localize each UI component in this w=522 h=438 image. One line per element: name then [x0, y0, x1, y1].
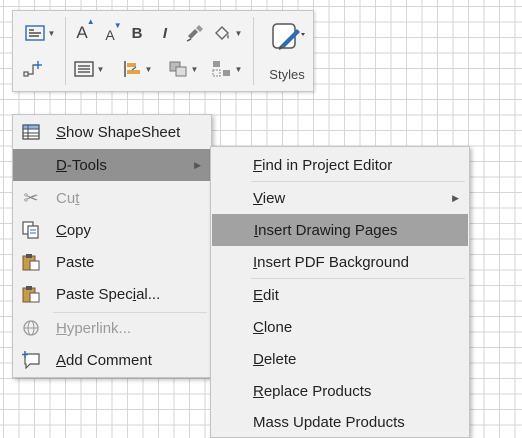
menu-item-label: Copy	[56, 221, 92, 239]
menu-item-label: Add Comment	[56, 351, 152, 369]
menu-item-add-comment[interactable]: Add Comment	[13, 344, 211, 376]
position-button[interactable]: ▼	[117, 57, 157, 81]
submenu-item-mass-update-products[interactable]: Mass Update Products	[211, 406, 469, 438]
context-menu: Show ShapeSheet D-Tools ▶ ✂ Cut Copy Pas…	[12, 114, 212, 378]
menu-item-label: D-Tools	[56, 156, 107, 174]
hyperlink-icon	[21, 318, 41, 338]
group-icon	[212, 61, 230, 77]
chevron-down-icon: ▼	[190, 64, 199, 74]
mini-toolbar: ▼ A ▲ A ▼ B I ▼ ▼ ▼ ▼ ▼ Styles	[12, 10, 314, 92]
grow-font-icon: A ▲	[76, 17, 95, 42]
styles-label: Styles	[269, 67, 305, 82]
submenu-item-clone[interactable]: Clone	[211, 311, 469, 343]
text-block-icon	[24, 25, 45, 41]
menu-item-label: Hyperlink...	[56, 319, 132, 337]
submenu-item-insert-drawing-pages[interactable]: Insert Drawing Pages	[212, 214, 468, 246]
fill-button[interactable]: ▼	[209, 21, 245, 45]
format-painter-icon	[186, 25, 203, 42]
shrink-font-icon: A ▼	[105, 21, 122, 43]
arrange-icon	[169, 61, 187, 77]
format-painter-button[interactable]	[183, 21, 207, 45]
menu-item-cut[interactable]: ✂ Cut	[13, 182, 211, 214]
d-tools-submenu: Find in Project Editor View ▶ Insert Dra…	[210, 146, 470, 438]
menu-item-paste-special[interactable]: Paste Special...	[13, 278, 211, 310]
paste-icon	[21, 252, 41, 272]
menu-item-label: Edit	[253, 286, 279, 304]
comment-icon	[21, 350, 41, 370]
connector-button[interactable]	[21, 57, 45, 81]
text-block-button[interactable]: ▼	[21, 21, 59, 45]
submenu-item-delete[interactable]: Delete	[211, 343, 469, 375]
menu-item-label: Find in Project Editor	[253, 156, 393, 174]
submenu-item-insert-pdf-background[interactable]: Insert PDF Background	[211, 246, 469, 278]
menu-item-d-tools[interactable]: D-Tools ▶	[13, 149, 211, 181]
menu-item-copy[interactable]: Copy	[13, 214, 211, 246]
bold-button[interactable]: B	[127, 21, 147, 45]
submenu-item-replace-products[interactable]: Replace Products	[211, 375, 469, 407]
italic-button[interactable]: I	[155, 21, 175, 45]
toolbar-separator	[65, 17, 66, 85]
grow-font-button[interactable]: A ▲	[71, 17, 95, 45]
italic-icon: I	[162, 24, 168, 42]
styles-icon	[272, 23, 305, 50]
chevron-down-icon: ▼	[234, 28, 243, 38]
position-icon	[123, 61, 140, 77]
copy-icon	[21, 220, 41, 240]
submenu-item-edit[interactable]: Edit	[211, 279, 469, 311]
menu-item-label: Show ShapeSheet	[56, 123, 181, 141]
paste-special-icon	[21, 284, 41, 304]
menu-item-show-shapesheet[interactable]: Show ShapeSheet	[13, 116, 211, 148]
scissors-icon: ✂	[23, 187, 39, 208]
chevron-right-icon: ▶	[194, 159, 201, 170]
menu-item-label: View	[253, 189, 286, 207]
menu-item-label: Delete	[253, 350, 297, 368]
menu-item-hyperlink[interactable]: Hyperlink...	[13, 312, 211, 344]
menu-item-label: Replace Products	[253, 382, 372, 400]
menu-item-label: Mass Update Products	[253, 413, 405, 431]
menu-item-label: Paste	[56, 253, 95, 271]
align-text-button[interactable]: ▼	[69, 57, 109, 81]
chevron-down-icon: ▼	[96, 64, 105, 74]
submenu-item-view[interactable]: View ▶	[211, 182, 469, 214]
group-button[interactable]: ▼	[207, 57, 247, 81]
menu-item-label: Insert PDF Background	[253, 253, 409, 271]
menu-item-label: Cut	[56, 189, 80, 207]
connector-icon	[23, 61, 42, 77]
submenu-item-find-in-project-editor[interactable]: Find in Project Editor	[211, 149, 469, 181]
chevron-right-icon: ▶	[452, 192, 459, 203]
styles-button[interactable]: Styles	[265, 17, 309, 87]
menu-item-label: Insert Drawing Pages	[254, 221, 398, 239]
align-icon	[73, 61, 94, 77]
fill-icon	[214, 26, 229, 40]
shrink-font-button[interactable]: A ▼	[99, 21, 122, 47]
chevron-down-icon: ▼	[47, 28, 56, 38]
chevron-down-icon: ▼	[144, 64, 153, 74]
bold-icon: B	[131, 24, 143, 42]
menu-item-label: Paste Special...	[56, 285, 161, 303]
arrange-button[interactable]: ▼	[163, 57, 203, 81]
toolbar-separator	[253, 17, 254, 85]
menu-item-label: Clone	[253, 318, 293, 336]
menu-item-paste[interactable]: Paste	[13, 246, 211, 278]
shapesheet-icon	[21, 122, 41, 142]
chevron-down-icon: ▼	[234, 64, 243, 74]
